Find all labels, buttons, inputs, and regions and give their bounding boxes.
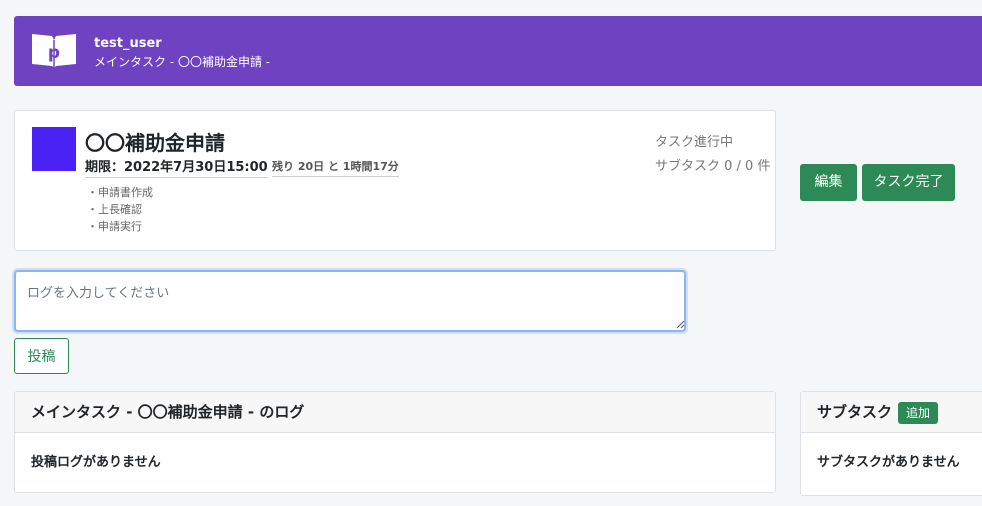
task-color-swatch — [32, 127, 76, 171]
subtask-panel-header: サブタスク 追加 — [801, 392, 982, 433]
log-panel-title: メインタスク - 〇〇補助金申請 - のログ — [15, 392, 775, 433]
task-description: ・申請書作成 ・上長確認 ・申請実行 — [87, 184, 153, 235]
task-status-block: タスク進行中 サブタスク 0 / 0 件 — [655, 131, 770, 179]
complete-task-button[interactable]: タスク完了 — [862, 164, 955, 201]
log-empty-message: 投稿ログがありません — [31, 455, 161, 470]
resize-handle-icon[interactable] — [676, 320, 685, 329]
task-deadline: 期限：2022年7月30日15:00 — [85, 156, 268, 178]
log-input[interactable] — [14, 270, 686, 332]
task-description-line: ・申請書作成 — [87, 186, 153, 199]
task-remaining-time: 残り 20日 と 1時間17分 — [272, 158, 399, 177]
subtask-panel-title: サブタスク — [817, 403, 893, 421]
task-title: 〇〇補助金申請 — [85, 131, 225, 155]
breadcrumb: メインタスク - 〇〇補助金申請 - — [94, 55, 271, 69]
log-panel: メインタスク - 〇〇補助金申請 - のログ 投稿ログがありません — [14, 391, 776, 493]
edit-button[interactable]: 編集 — [800, 164, 857, 201]
task-description-line: ・申請実行 — [87, 220, 142, 233]
task-card: 〇〇補助金申請 期限：2022年7月30日15:00 残り 20日 と 1時間1… — [14, 110, 776, 251]
subtask-panel: サブタスク 追加 サブタスクがありません — [800, 391, 982, 496]
svg-text:p: p — [48, 43, 60, 63]
app-header: p test_user メインタスク - 〇〇補助金申請 - — [14, 16, 982, 86]
task-status: タスク進行中 — [655, 135, 734, 150]
book-logo-icon[interactable]: p — [30, 30, 78, 70]
subtask-count: サブタスク 0 / 0 件 — [655, 159, 771, 174]
post-button[interactable]: 投稿 — [14, 338, 69, 374]
user-name: test_user — [94, 36, 162, 51]
add-subtask-button[interactable]: 追加 — [898, 401, 939, 424]
task-description-line: ・上長確認 — [87, 203, 142, 216]
subtask-empty-message: サブタスクがありません — [817, 455, 960, 470]
